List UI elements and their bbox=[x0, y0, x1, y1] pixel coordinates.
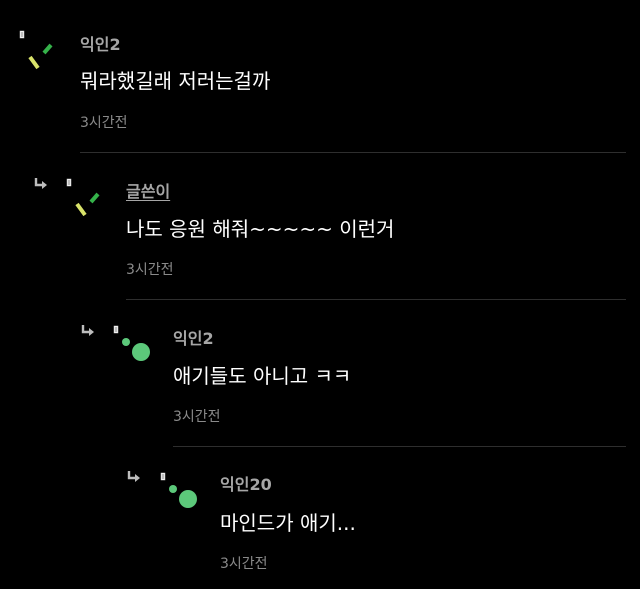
reply-arrow-icon bbox=[81, 325, 94, 336]
reply-arrow-icon bbox=[127, 471, 140, 482]
comment-timestamp: 3시간전 bbox=[126, 262, 174, 278]
reply-item: 글쓴이 나도 응원 해줘~~~~~ 이런거 3시간전 bbox=[0, 152, 640, 300]
comment-thread: 익인2 뭐라했길래 저러는걸까 3시간전 글쓴이 나도 응원 해줘~~~~~ 이… bbox=[0, 0, 640, 589]
confetti-icon bbox=[66, 178, 100, 217]
green-dots-icon bbox=[160, 472, 197, 508]
reply-item: 익인2 애기들도 아니고 ㅋㅋ 3시간전 bbox=[0, 299, 640, 447]
comment-author[interactable]: 익인2 bbox=[80, 31, 121, 55]
comment-author[interactable]: 익인20 bbox=[220, 471, 272, 495]
comment-author-op[interactable]: 글쓴이 bbox=[126, 178, 170, 202]
confetti-icon bbox=[19, 30, 53, 70]
comment-text: 마인드가 애기... bbox=[220, 511, 356, 535]
reply-item: 익인20 마인드가 애기... 3시간전 bbox=[0, 446, 640, 589]
comment-timestamp: 3시간전 bbox=[173, 409, 221, 425]
comment-text: 뭐라했길래 저러는걸까 bbox=[80, 69, 271, 93]
reply-arrow-icon bbox=[34, 178, 47, 189]
green-dots-icon bbox=[113, 325, 150, 361]
comment-timestamp: 3시간전 bbox=[220, 556, 268, 572]
comment-text: 애기들도 아니고 ㅋㅋ bbox=[173, 364, 352, 388]
comment-item: 익인2 뭐라했길래 저러는걸까 3시간전 bbox=[0, 0, 640, 153]
comment-text: 나도 응원 해줘~~~~~ 이런거 bbox=[126, 217, 395, 241]
comment-timestamp: 3시간전 bbox=[80, 115, 128, 131]
comment-author[interactable]: 익인2 bbox=[173, 325, 214, 349]
